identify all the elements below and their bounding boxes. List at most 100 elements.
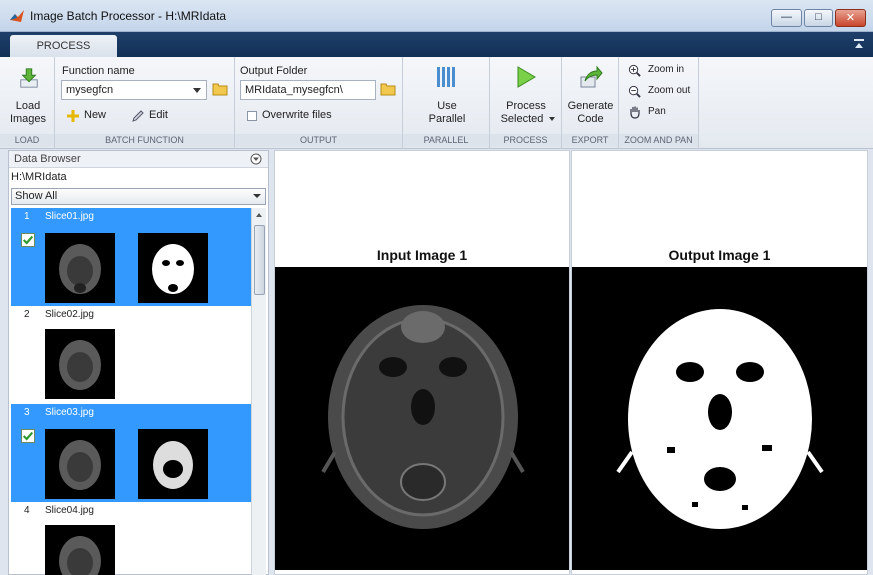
toolstrip: Load Images LOAD Function name mysegfcn … [0,57,873,149]
overwrite-label: Overwrite files [262,109,332,121]
item-index: 1 [24,211,30,222]
edit-function-button[interactable]: Edit [132,109,177,125]
panel-options-icon[interactable] [250,153,262,165]
function-name-dropdown[interactable]: mysegfcn [61,80,207,100]
parallel-icon [437,67,455,87]
item-index: 3 [24,407,30,418]
list-scrollbar[interactable] [251,208,266,575]
maximize-button[interactable]: □ [804,9,833,27]
input-thumbnail [45,329,115,399]
section-label-export: EXPORT [562,134,618,147]
tab-process[interactable]: PROCESS [10,35,117,57]
output-folder-field[interactable]: MRIdata_mysegfcn\ [240,80,376,100]
section-label-output: OUTPUT [235,134,402,147]
list-item[interactable]: 3 Slice03.jpg [11,404,251,502]
list-item[interactable]: 1 Slice01.jpg [11,208,251,306]
edit-label: Edit [149,109,168,121]
pencil-icon [132,110,144,122]
filter-value: Show All [15,190,58,202]
input-thumbnail [45,429,115,499]
data-browser-title: Data Browser [14,153,81,165]
close-icon: ✕ [845,12,856,24]
data-browser-panel: Data Browser H:\MRIdata Show All 1 Slice… [8,150,269,575]
output-section: Output Folder MRIdata_mysegfcn\ Overwrit… [235,57,403,149]
load-label-2: Images [9,113,47,125]
plus-icon [67,110,79,122]
item-index: 4 [24,505,30,516]
parallel-section: Use Parallel PARALLEL [403,57,490,149]
export-section: Generate Code EXPORT [562,57,619,149]
section-label-batch-function: BATCH FUNCTION [55,134,234,147]
zoom-pan-section: Zoom in Zoom out Pan ZOOM AND PAN [619,57,699,149]
zoom-in-icon [628,64,641,77]
zoom-in-label: Zoom in [648,64,685,75]
output-image-title: Output Image 1 [668,247,771,263]
item-index: 2 [24,309,30,320]
minimize-button[interactable]: — [771,9,802,27]
item-filename: Slice04.jpg [45,505,94,516]
close-button[interactable]: ✕ [835,9,866,27]
use-parallel-button[interactable]: Use Parallel [419,63,475,127]
section-label-zoom-pan: ZOOM AND PAN [619,134,698,147]
chevron-down-icon [253,194,261,198]
load-images-icon [20,68,38,88]
pan-button[interactable]: Pan [628,105,696,121]
output-thumbnail [138,233,208,303]
item-filename: Slice03.jpg [45,407,94,418]
process-label-1: Process [506,100,546,112]
generate-label-1: Generate [567,100,614,112]
parallel-label-1: Use [437,100,457,112]
parallel-label-2: Parallel [428,113,466,125]
image-list[interactable]: 1 Slice01.jpg 2 Slice02.jpg 3 Slice03.jp… [11,208,251,575]
process-selected-button[interactable]: Process Selected [494,63,558,127]
output-folder-label: Output Folder [240,65,308,77]
batch-function-section: Function name mysegfcn New Edit BATCH FU… [55,57,235,149]
process-label-2: Selected [500,113,544,125]
zoom-out-icon [628,85,641,98]
process-section: Process Selected PROCESS [490,57,562,149]
browse-function-folder-icon[interactable] [212,82,228,96]
chevron-down-icon [193,88,201,93]
filter-dropdown[interactable]: Show All [11,188,266,205]
zoom-in-button[interactable]: Zoom in [628,63,696,79]
tab-strip: PROCESS [0,32,873,57]
collapse-toolstrip-icon[interactable] [854,39,864,49]
pan-label: Pan [648,106,666,117]
load-label-1: Load [15,100,41,112]
input-image[interactable] [275,267,569,570]
load-section: Load Images LOAD [0,57,55,149]
maximize-icon: □ [815,11,822,23]
minimize-icon: — [781,11,792,23]
scroll-up-icon[interactable] [256,213,262,217]
item-filename: Slice01.jpg [45,211,94,222]
generate-code-button[interactable]: Generate Code [564,63,617,127]
output-image-panel: Output Image 1 [571,150,868,575]
output-folder-value: MRIdata_mysegfcn\ [245,84,343,96]
browse-output-folder-icon[interactable] [380,82,396,96]
output-thumbnail [138,429,208,499]
input-image-panel: Input Image 1 [274,150,570,575]
new-label: New [84,109,107,121]
overwrite-files-checkbox[interactable]: Overwrite files [247,109,347,125]
matlab-logo-icon [10,10,24,22]
zoom-out-label: Zoom out [648,85,691,96]
scroll-thumb[interactable] [254,225,265,295]
title-bar: Image Batch Processor - H:\MRIdata — □ ✕ [0,0,873,32]
input-thumbnail [45,525,115,575]
input-image-title: Input Image 1 [376,247,468,263]
window-title: Image Batch Processor - H:\MRIdata [30,9,227,23]
folder-path: H:\MRIdata [11,171,67,183]
function-name-value: mysegfcn [66,84,114,96]
function-name-label: Function name [62,65,135,77]
load-images-button[interactable]: Load Images [8,65,50,127]
data-browser-header: Data Browser [9,151,268,168]
processed-check-icon [21,233,35,247]
zoom-out-button[interactable]: Zoom out [628,84,696,100]
input-thumbnail [45,233,115,303]
section-label-parallel: PARALLEL [403,134,489,147]
new-function-button[interactable]: New [67,109,112,125]
output-image[interactable] [572,267,867,570]
list-item[interactable]: 2 Slice02.jpg [11,306,251,404]
list-item[interactable]: 4 Slice04.jpg [11,502,251,575]
item-filename: Slice02.jpg [45,309,94,320]
